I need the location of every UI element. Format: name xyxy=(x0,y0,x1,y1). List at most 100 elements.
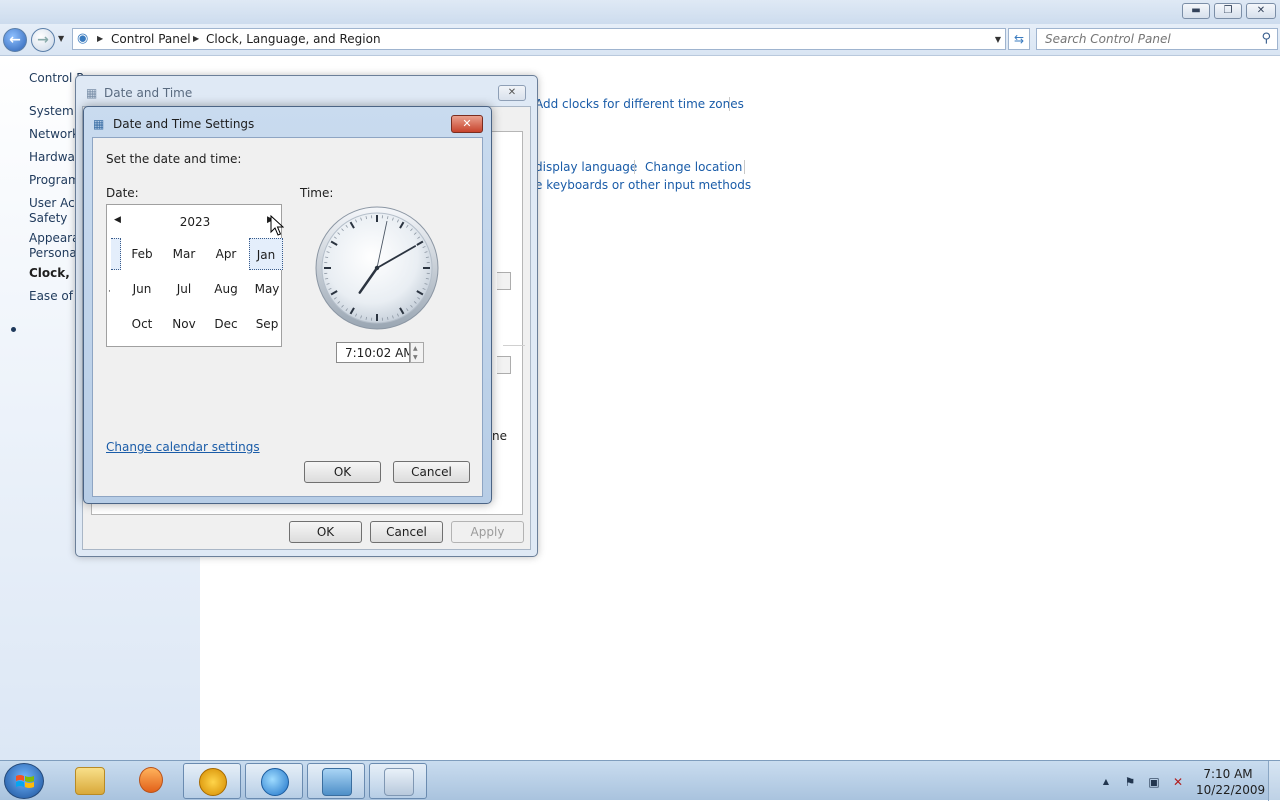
analog-clock xyxy=(314,205,440,331)
search-icon[interactable]: ⚲ xyxy=(1261,31,1271,46)
ok-button[interactable]: OK xyxy=(289,521,362,543)
date-label: Date: xyxy=(106,186,139,200)
month-cell[interactable]: Jul xyxy=(167,273,201,305)
taskbar-media-player-button[interactable] xyxy=(121,763,179,799)
spin-up-icon[interactable]: ▲ xyxy=(413,345,418,352)
nav-network[interactable]: Network xyxy=(29,127,79,142)
nav-hardware[interactable]: Hardwar xyxy=(29,150,80,165)
nav-appearance-line2[interactable]: Personal xyxy=(29,246,80,261)
taskbar-explorer-button[interactable] xyxy=(61,763,119,799)
time-field[interactable] xyxy=(336,342,410,363)
taskbar-internet-explorer-button[interactable] xyxy=(245,763,303,799)
cancel-button[interactable]: Cancel xyxy=(370,521,443,543)
instruction-text: Set the date and time: xyxy=(106,152,241,166)
nav-user-accounts[interactable]: User Acc xyxy=(29,196,81,211)
month-cell[interactable]: Jun xyxy=(125,273,159,305)
ok-button[interactable]: OK xyxy=(304,461,381,483)
recent-pages-dropdown-icon[interactable]: ▼ xyxy=(58,34,64,43)
tray-clock-time: 7:10 AM xyxy=(1196,766,1260,782)
month-cell[interactable]: Aug xyxy=(209,273,243,305)
calendar-clock-icon: ▦ xyxy=(93,117,107,131)
address-dropdown-icon[interactable]: ▼ xyxy=(995,35,1001,44)
time-label: Time: xyxy=(300,186,333,200)
month-cell[interactable]: Dec xyxy=(209,308,243,340)
dialog-title: Date and Time xyxy=(104,86,192,100)
link-separator xyxy=(729,97,730,111)
calendar[interactable]: ◀ 2023 ▶ · Feb Mar Apr Jan Jun Jul Aug M… xyxy=(106,204,282,347)
refresh-button[interactable]: ⇆ xyxy=(1008,28,1030,50)
action-center-flag-icon[interactable]: ⚑ xyxy=(1122,774,1138,790)
recorder-app-icon xyxy=(199,768,227,796)
calendar-transition-mark: · xyxy=(108,287,111,297)
tray-clock[interactable]: 7:10 AM 10/22/2009 xyxy=(1196,766,1260,798)
month-cell[interactable]: Nov xyxy=(167,308,201,340)
forward-button[interactable]: → xyxy=(31,28,55,52)
close-window-button[interactable]: ✕ xyxy=(1246,3,1276,19)
address-bar[interactable]: ◉ ▶ Control Panel ▶ Clock, Language, and… xyxy=(72,28,1006,50)
link-separator xyxy=(634,160,635,174)
search-box[interactable]: ⚲ xyxy=(1036,28,1278,50)
search-input[interactable] xyxy=(1043,31,1253,47)
change-location-link[interactable]: Change location xyxy=(645,160,742,174)
cancel-button[interactable]: Cancel xyxy=(393,461,470,483)
month-cell[interactable]: Sep xyxy=(250,308,284,340)
month-cell[interactable]: Oct xyxy=(125,308,159,340)
taskbar-control-panel-button[interactable] xyxy=(307,763,365,799)
date-time-settings-dialog: ▦ Date and Time Settings ✕ Set the date … xyxy=(83,106,492,504)
change-date-time-button-partial[interactable] xyxy=(497,272,511,290)
minimize-button[interactable]: ▬ xyxy=(1182,3,1210,19)
change-calendar-settings-link[interactable]: Change calendar settings xyxy=(106,440,260,454)
mouse-pointer-icon xyxy=(270,215,284,237)
back-button[interactable]: ← xyxy=(3,28,27,52)
calendar-year[interactable]: 2023 xyxy=(107,215,283,229)
taskbar: ▲ ⚑ ▣ ✕ 7:10 AM 10/22/2009 xyxy=(0,760,1280,800)
navigation-bar: ← → ▼ ◉ ▶ Control Panel ▶ Clock, Languag… xyxy=(0,24,1280,56)
window-titlebar: ▬ ❐ ✕ xyxy=(0,0,1280,24)
media-player-icon xyxy=(139,767,163,793)
time-spinner[interactable]: ▲ ▼ xyxy=(410,342,424,363)
month-cell[interactable]: Feb xyxy=(125,238,159,270)
active-item-bullet xyxy=(11,327,16,332)
dialog-close-button[interactable]: ✕ xyxy=(451,115,483,133)
control-panel-icon: ◉ xyxy=(77,31,93,47)
tray-clock-date: 10/22/2009 xyxy=(1196,782,1260,798)
divider-line xyxy=(503,345,525,346)
nav-programs[interactable]: Program xyxy=(29,173,80,188)
show-hidden-icons-icon[interactable]: ▲ xyxy=(1098,774,1114,790)
nav-user-accounts-line2[interactable]: Safety xyxy=(29,211,67,226)
dialog-body: Set the date and time: Date: Time: ◀ 202… xyxy=(92,137,483,497)
control-panel-taskbar-icon xyxy=(322,768,352,796)
change-display-language-link[interactable]: display language xyxy=(535,160,637,174)
calendar-clock-icon: ▦ xyxy=(86,86,100,100)
windows-logo-icon xyxy=(15,773,35,791)
start-button[interactable] xyxy=(4,763,44,799)
show-desktop-button[interactable] xyxy=(1268,761,1280,801)
breadcrumb-control-panel[interactable]: Control Panel xyxy=(111,32,191,46)
dialog-title: Date and Time Settings xyxy=(113,117,254,131)
month-cell[interactable]: May xyxy=(250,273,284,305)
dialog-close-button[interactable]: ✕ xyxy=(498,85,526,101)
month-cell[interactable]: Mar xyxy=(167,238,201,270)
breadcrumb-clock-language-region[interactable]: Clock, Language, and Region xyxy=(206,32,381,46)
internet-explorer-icon xyxy=(261,768,289,796)
month-cell[interactable]: Apr xyxy=(209,238,243,270)
link-separator xyxy=(744,160,745,174)
change-keyboards-link[interactable]: e keyboards or other input methods xyxy=(535,178,751,192)
folder-icon xyxy=(75,767,105,795)
change-time-zone-button-partial[interactable] xyxy=(497,356,511,374)
maximize-button[interactable]: ❐ xyxy=(1214,3,1242,19)
partial-label: ne xyxy=(492,429,507,443)
taskbar-date-time-button[interactable] xyxy=(369,763,427,799)
spin-down-icon[interactable]: ▼ xyxy=(413,354,418,361)
month-cell-selected[interactable]: Jan xyxy=(249,238,283,270)
taskbar-recorder-button[interactable] xyxy=(183,763,241,799)
breadcrumb-separator-icon[interactable]: ▶ xyxy=(193,34,199,43)
network-icon[interactable]: ▣ xyxy=(1146,774,1162,790)
add-clocks-link[interactable]: Add clocks for different time zones xyxy=(535,97,744,111)
volume-muted-icon[interactable]: ✕ xyxy=(1170,774,1186,790)
clock-center xyxy=(375,266,379,270)
calendar-transition-cell xyxy=(111,238,121,270)
breadcrumb-separator-icon[interactable]: ▶ xyxy=(97,34,103,43)
date-time-taskbar-icon xyxy=(384,768,414,796)
apply-button[interactable]: Apply xyxy=(451,521,524,543)
